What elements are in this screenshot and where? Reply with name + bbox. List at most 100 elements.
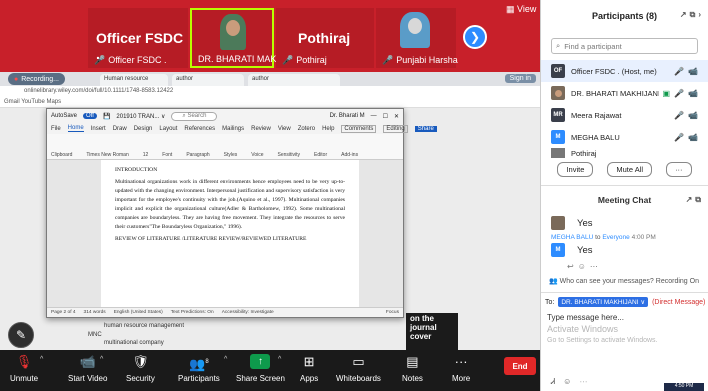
video-tile-active-speaker[interactable]: DR. BHARATI MAKHIJANI: [190, 8, 305, 68]
chevron-up-icon[interactable]: ^: [278, 356, 281, 363]
video-off-icon[interactable]: 📹: [688, 67, 698, 76]
editing-button[interactable]: Editing: [383, 124, 408, 133]
participant-search-input[interactable]: ⌕ Find a participant: [551, 38, 698, 54]
expand-icon[interactable]: ↗: [680, 10, 690, 19]
accessibility[interactable]: Accessibility: Investigate: [222, 310, 274, 315]
participant-row[interactable]: MR Meera Rajawat 🎤 📹: [541, 104, 708, 126]
ribbon-group-paragraph[interactable]: Paragraph: [186, 152, 209, 158]
more-button[interactable]: ··· More: [452, 354, 470, 383]
security-button[interactable]: 🛡 Security: [126, 354, 155, 383]
minimize-icon[interactable]: —: [371, 113, 377, 119]
video-off-icon[interactable]: 📹: [688, 89, 698, 98]
menu-home[interactable]: Home: [67, 125, 84, 132]
menu-layout[interactable]: Layout: [159, 126, 177, 132]
meeting-toolbar: 🎙 Unmute 📹 Start Video 🛡 Security 👥8 Partici…: [0, 350, 540, 391]
bookmarks-bar: Gmail YouTube Maps: [0, 98, 540, 108]
menu-insert[interactable]: Insert: [91, 126, 106, 132]
mic-muted-icon[interactable]: 🎤: [674, 111, 684, 120]
menu-references[interactable]: References: [184, 126, 215, 132]
word-user[interactable]: Dr. Bharati M: [330, 113, 365, 119]
page-count[interactable]: Page 2 of 4: [51, 310, 76, 315]
video-tile[interactable]: 🎤 Punjabi Harsha: [376, 8, 458, 68]
save-icon[interactable]: 💾: [103, 113, 110, 120]
avatar: M: [551, 243, 565, 257]
menu-mailings[interactable]: Mailings: [222, 126, 244, 132]
mute-all-button[interactable]: Mute All: [607, 162, 653, 177]
recipient-dropdown[interactable]: DR. BHARATI MAKHIJANI ∨: [558, 297, 649, 307]
notes-button[interactable]: ▤ Notes: [402, 354, 423, 383]
file-name[interactable]: 201910 TRAN... ∨: [116, 113, 165, 120]
participant-row[interactable]: Pothiraj: [541, 148, 708, 158]
reply-icon[interactable]: ↩: [567, 262, 578, 271]
address-bar[interactable]: onlinelibrary.wiley.com/doi/full/10.1111…: [0, 86, 540, 98]
chat-input[interactable]: Type message here...: [541, 311, 708, 324]
participant-row[interactable]: DR. BHARATI MAKHIJANI ▣ 🎤 📹: [541, 82, 708, 104]
emoji-icon[interactable]: ☺: [578, 262, 590, 271]
mic-muted-icon: 🎤: [94, 55, 106, 65]
menu-draw[interactable]: Draw: [113, 126, 127, 132]
ribbon-group-editor[interactable]: Editor: [314, 152, 327, 158]
view-button[interactable]: ▦ View: [506, 4, 536, 15]
menu-help[interactable]: Help: [322, 126, 334, 132]
video-tile[interactable]: Pothiraj 🎤 Pothiraj: [276, 8, 374, 68]
ribbon-group-font[interactable]: Font: [162, 152, 172, 158]
video-off-icon[interactable]: 📹: [688, 111, 698, 120]
chevron-up-icon[interactable]: ^: [40, 356, 43, 363]
whiteboards-button[interactable]: ▭ Whiteboards: [336, 354, 381, 383]
browser-tab[interactable]: Human resource: [100, 74, 168, 86]
annotate-pencil-button[interactable]: ✎: [8, 322, 34, 348]
tile-label: 🎤 Punjabi Harsha: [382, 55, 458, 65]
menu-zotero[interactable]: Zotero: [298, 126, 315, 132]
invite-button[interactable]: Invite: [557, 162, 594, 177]
autosave-toggle[interactable]: Off: [83, 113, 97, 119]
format-icon[interactable]: Ꮧ: [551, 377, 563, 386]
sign-in-button[interactable]: Sign in: [504, 74, 536, 83]
word-count[interactable]: 314 words: [84, 310, 106, 315]
popout-icon[interactable]: ⧉: [695, 195, 704, 204]
expand-icon[interactable]: ↗: [686, 195, 696, 204]
word-search-box[interactable]: ⌕ Search: [171, 111, 218, 121]
share-button[interactable]: Share: [414, 125, 437, 132]
close-panel-icon[interactable]: ›: [698, 10, 704, 19]
unmute-button[interactable]: 🎙 Unmute: [10, 354, 38, 383]
more-icon[interactable]: ⋯: [579, 377, 595, 386]
more-options-button[interactable]: ···: [666, 162, 692, 177]
font-size[interactable]: 12: [143, 152, 149, 158]
chevron-up-icon[interactable]: ^: [100, 356, 103, 363]
emoji-icon[interactable]: ☺: [563, 377, 579, 386]
maximize-icon[interactable]: ☐: [383, 113, 388, 120]
participants-button[interactable]: 👥8 Participants: [178, 354, 220, 383]
recording-indicator[interactable]: ● Recording...: [8, 73, 65, 85]
mic-muted-icon[interactable]: 🎤: [674, 89, 684, 98]
participant-row[interactable]: M MEGHA BALU 🎤 📹: [541, 126, 708, 148]
video-off-icon[interactable]: 📹: [688, 133, 698, 142]
menu-file[interactable]: File: [51, 126, 61, 132]
end-meeting-button[interactable]: End: [504, 357, 536, 375]
participant-row[interactable]: OF Officer FSDC . (Host, me) 🎤 📹: [541, 60, 708, 82]
language[interactable]: English (United States): [114, 310, 163, 315]
ribbon-group-voice[interactable]: Voice: [251, 152, 263, 158]
font-name[interactable]: Times New Roman: [86, 152, 128, 158]
next-page-button[interactable]: ❯: [463, 25, 487, 49]
more-icon[interactable]: ⋯: [590, 262, 602, 271]
menu-view[interactable]: View: [278, 126, 291, 132]
apps-button[interactable]: ⊞ Apps: [300, 354, 318, 383]
ribbon-group-clipboard[interactable]: Clipboard: [51, 152, 72, 158]
mic-muted-icon[interactable]: 🎤: [674, 133, 684, 142]
browser-tab[interactable]: author: [248, 74, 340, 86]
browser-tab[interactable]: author: [172, 74, 244, 86]
chevron-up-icon[interactable]: ^: [224, 356, 227, 363]
video-tile[interactable]: Officer FSDC . 🎤 Officer FSDC .: [88, 8, 188, 68]
ribbon-group-styles[interactable]: Styles: [224, 152, 238, 158]
focus-button[interactable]: Focus: [386, 310, 399, 315]
ribbon-group-sensitivity[interactable]: Sensitivity: [278, 152, 301, 158]
menu-review[interactable]: Review: [251, 126, 271, 132]
close-icon[interactable]: ✕: [394, 113, 399, 120]
ribbon-group-addins[interactable]: Add-ins: [341, 152, 358, 158]
menu-design[interactable]: Design: [134, 126, 153, 132]
text-predictions[interactable]: Text Predictions: On: [171, 310, 214, 315]
comments-button[interactable]: Comments: [341, 124, 377, 133]
mic-muted-icon[interactable]: 🎤: [674, 67, 684, 76]
chat-visibility-notice[interactable]: 👥 Who can see your messages? Recording O…: [541, 274, 708, 288]
document-page[interactable]: INTRODUCTION Multinational organizations…: [101, 160, 359, 307]
